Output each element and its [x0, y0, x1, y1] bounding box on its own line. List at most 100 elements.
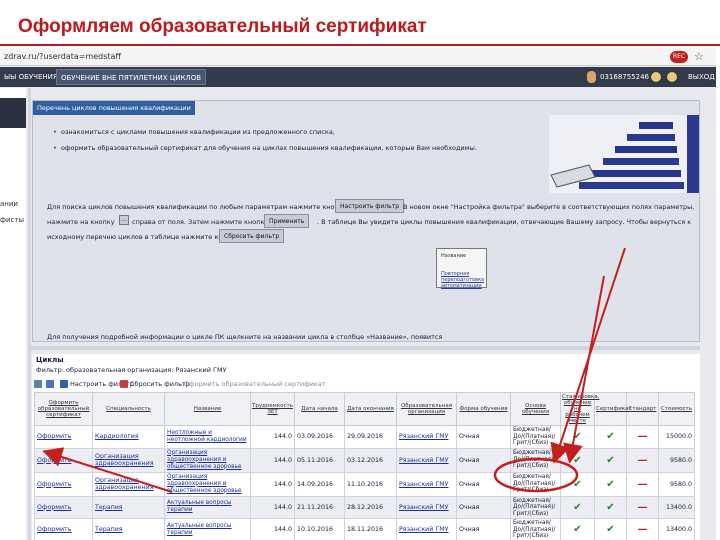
- cell-hours: 144.0: [250, 425, 295, 449]
- cycles-filter-text: Фильтр: образовательная организация: Ряз…: [36, 366, 227, 374]
- column-header[interactable]: Форма обучения: [456, 392, 511, 426]
- sidebar-block: [0, 98, 26, 128]
- toolbar-certificate-button[interactable]: Оформить образовательный сертификат: [184, 380, 326, 388]
- table-header: Оформить образовательный сертификат Спец…: [34, 392, 695, 426]
- cell-spec: Кардиология: [92, 425, 165, 449]
- check-icon: ✔: [594, 495, 627, 519]
- issue-certificate-link[interactable]: Оформить: [34, 425, 93, 449]
- record-icon[interactable]: REC: [670, 51, 688, 63]
- star-icon[interactable]: ☆: [694, 50, 704, 63]
- more-info-text: Для получения подробной информации о цик…: [47, 333, 443, 341]
- apply-button[interactable]: Применить: [264, 214, 310, 228]
- issue-certificate-link[interactable]: Оформить: [34, 471, 93, 497]
- smiley-icon[interactable]: [650, 71, 662, 83]
- cell-hours: 144.0: [250, 447, 295, 473]
- cycles-table: Оформить образовательный сертификат Спец…: [34, 392, 695, 540]
- address-bar[interactable]: zdrav.ru/?userdata=medstaff REC ☆: [0, 48, 716, 66]
- column-header[interactable]: Дата начала: [294, 392, 345, 426]
- table-row: Оформить Организация здравоохранения Орган…: [34, 447, 695, 473]
- cell-basis: Бюджетная/До/(Платная)/Грит/(Сбиз): [510, 518, 561, 540]
- sad-icon[interactable]: [666, 71, 678, 83]
- cell-name[interactable]: Неотложные и неотложной кардиологии: [164, 425, 251, 449]
- tab-non-five-year[interactable]: ОБУЧЕНИЕ ВНЕ ПЯТИЛЕТНИХ ЦИКЛОВ: [56, 69, 206, 85]
- issue-certificate-link[interactable]: Оформить: [34, 518, 93, 540]
- reset-filter-button[interactable]: Сбросить фильтр: [219, 229, 285, 243]
- sidebar-item[interactable]: фисты: [0, 216, 24, 224]
- name-popup: Название Повторная переподготовка автома…: [436, 248, 487, 289]
- table-row: Оформить Организация здравоохранения Орган…: [34, 471, 695, 497]
- popup-title: Название: [441, 253, 467, 259]
- column-header[interactable]: Стажировка, обучение на рабочем месте: [560, 392, 599, 426]
- cell-org[interactable]: Рязанский ГМУ: [396, 425, 457, 449]
- dash-icon: —: [626, 471, 659, 497]
- check-icon: ✔: [560, 447, 595, 473]
- cell-name[interactable]: Организация здравоохранения и общественн…: [164, 471, 251, 497]
- cycles-title: Циклы: [36, 356, 64, 364]
- search-text: Для поиска циклов повышения квалификации…: [47, 203, 347, 211]
- popup-link[interactable]: Повторная переподготовка автоматизации: [441, 271, 485, 289]
- table-row: Оформить Кардиология Неотложные и неотложн…: [34, 425, 695, 449]
- column-header[interactable]: Стоимость: [658, 392, 695, 426]
- column-header[interactable]: Название: [164, 392, 251, 426]
- refresh-icon[interactable]: [34, 380, 42, 388]
- dash-icon: —: [626, 447, 659, 473]
- cell-form: Очная: [456, 447, 511, 473]
- exit-link[interactable]: ВЫХОД: [688, 73, 715, 81]
- print-icon[interactable]: [46, 380, 54, 388]
- cell-end: 28.12.2016: [344, 495, 397, 519]
- table-row: Оформить Терапия Актуальные вопросы терапи…: [34, 495, 695, 519]
- filter-button[interactable]: Настроить фильтр: [335, 199, 405, 213]
- cell-name[interactable]: Организация здравоохранения и общественн…: [164, 447, 251, 473]
- cell-price: 9580.0: [658, 447, 695, 473]
- column-header[interactable]: Сертификат: [594, 392, 632, 426]
- column-header[interactable]: Оформить образовательный сертификат: [34, 392, 93, 426]
- reset-icon[interactable]: [120, 380, 128, 388]
- cell-basis: Бюджетная/До/(Платная)/Грит/(Сбиз): [510, 495, 561, 519]
- check-icon: ✔: [594, 518, 627, 540]
- toolbar-reset-button[interactable]: Сбросить фильтр: [130, 380, 190, 388]
- column-header[interactable]: Дата окончания: [344, 392, 397, 426]
- cycles-section: Циклы Фильтр: образовательная организаци…: [32, 354, 700, 540]
- cell-org[interactable]: Рязанский ГМУ: [396, 447, 457, 473]
- user-icon: [587, 71, 596, 83]
- dash-icon: —: [626, 518, 659, 540]
- cell-hours: 144.0: [250, 471, 295, 497]
- column-header[interactable]: Специальность: [92, 392, 165, 426]
- cell-form: Очная: [456, 425, 511, 449]
- cell-basis: Бюджетная/До/(Платная)/Грит/(Сбиз): [510, 471, 561, 497]
- issue-certificate-link[interactable]: Оформить: [34, 495, 93, 519]
- sidebar-item[interactable]: ании: [0, 200, 18, 208]
- cell-spec: Организация здравоохранения: [92, 447, 165, 473]
- cell-org[interactable]: Рязанский ГМУ: [396, 471, 457, 497]
- filter-icon[interactable]: [60, 380, 68, 388]
- cell-start: 10.10.2016: [294, 518, 345, 540]
- cell-name[interactable]: Актуальные вопросы терапии: [164, 518, 251, 540]
- cell-price: 15000.0: [658, 425, 695, 449]
- left-sidebar: ании фисты: [0, 88, 26, 540]
- cell-org[interactable]: Рязанский ГМУ: [396, 518, 457, 540]
- check-icon: ✔: [560, 495, 595, 519]
- search-text: нажмите на кнопку: [47, 218, 115, 226]
- panel-tab[interactable]: Перечень циклов повышения квалификации: [33, 101, 195, 115]
- cell-start: 21.11.2016: [294, 495, 345, 519]
- browser-screenshot: zdrav.ru/?userdata=medstaff REC ☆ ЫЫ ОБУ…: [0, 48, 716, 540]
- ellipsis-button[interactable]: …: [119, 215, 129, 225]
- cell-basis: Бюджетная/До/(Платная)/Грит/(Сбиз): [510, 425, 561, 449]
- cell-hours: 144.0: [250, 518, 295, 540]
- tab-cycles[interactable]: ЫЫ ОБУЧЕНИЯ: [0, 67, 62, 87]
- cell-start: 03.09.2016: [294, 425, 345, 449]
- cell-price: 9580.0: [658, 471, 695, 497]
- books-illustration: [549, 115, 699, 193]
- column-header[interactable]: Трудоемкость ЗЕТ: [250, 392, 295, 426]
- search-text: . В таблице Вы увидите циклы повышения к…: [317, 218, 692, 226]
- cell-name[interactable]: Актуальные вопросы терапии: [164, 495, 251, 519]
- check-icon: ✔: [560, 425, 595, 449]
- cell-org[interactable]: Рязанский ГМУ: [396, 495, 457, 519]
- column-header[interactable]: Основа обучения: [510, 392, 561, 426]
- slide-title: Оформляем образовательный сертификат: [18, 16, 427, 37]
- issue-certificate-link[interactable]: Оформить: [34, 447, 93, 473]
- column-header[interactable]: Образовательная организация: [396, 392, 457, 426]
- column-header[interactable]: Стандарт: [626, 392, 659, 426]
- cell-end: 29.09.2016: [344, 425, 397, 449]
- divider: [28, 88, 31, 540]
